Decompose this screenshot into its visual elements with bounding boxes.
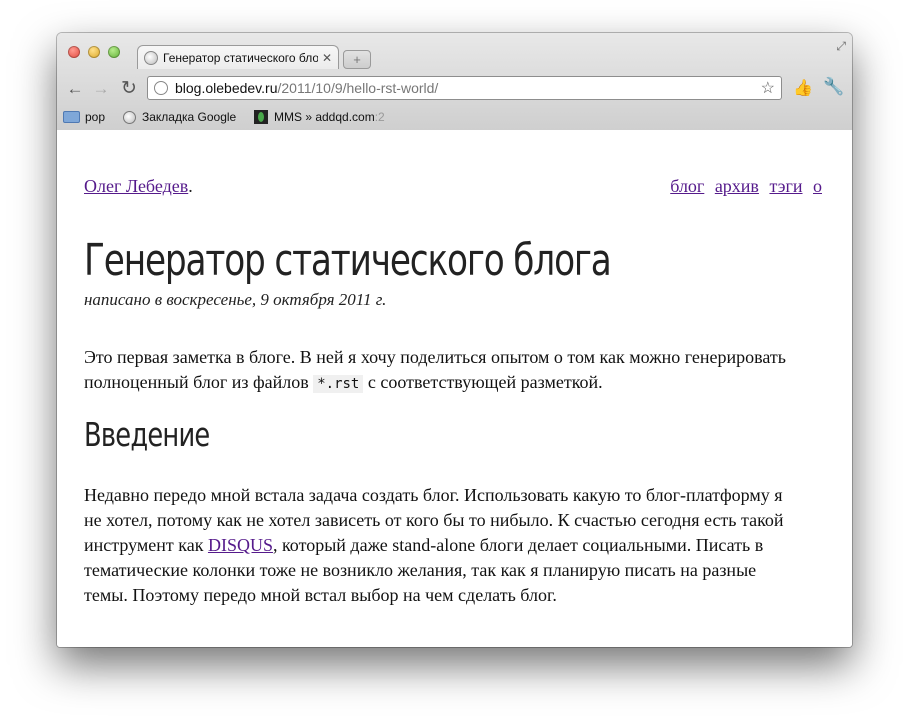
top-navigation: блог архив тэги о <box>664 176 822 197</box>
tab-favicon-icon <box>144 50 158 65</box>
nav-about-link[interactable]: о <box>813 176 822 196</box>
intro-text-end: с соответствующей разметкой. <box>363 372 603 392</box>
site-header: Олег Лебедев. <box>84 176 193 197</box>
browser-tab[interactable]: Генератор статического бло ✕ <box>137 45 339 69</box>
tab-title: Генератор статического бло <box>163 50 318 65</box>
forward-button[interactable]: → <box>91 80 111 98</box>
new-tab-button[interactable]: + <box>343 50 371 69</box>
bookmarks-bar: pop Закладка Google MMS » addqd.com:2 <box>57 107 852 129</box>
nav-tags-link[interactable]: тэги <box>769 176 802 196</box>
bookmark-label-suffix: :2 <box>374 110 385 124</box>
body-paragraph: Недавно передо мной встала задача создат… <box>84 483 789 608</box>
intro-paragraph: Это первая заметка в блоге. В ней я хочу… <box>84 345 804 397</box>
mms-icon <box>254 110 268 124</box>
thumbs-up-icon[interactable]: 👍 <box>793 78 813 98</box>
minimize-window-button[interactable] <box>88 46 100 58</box>
url-text[interactable]: blog.olebedev.ru/2011/10/9/hello-rst-wor… <box>175 80 761 96</box>
back-button[interactable]: ← <box>65 80 85 98</box>
disqus-link[interactable]: DISQUS <box>208 535 273 555</box>
reload-button[interactable]: ↻ <box>119 79 139 98</box>
post-date: написано в воскресенье, 9 октября 2011 г… <box>84 290 387 309</box>
inline-code: *.rst <box>313 375 364 393</box>
nav-blog-link[interactable]: блог <box>670 176 704 196</box>
url-host: blog.olebedev.ru <box>175 80 278 96</box>
maximize-window-button[interactable] <box>108 46 120 58</box>
author-suffix: . <box>188 176 193 196</box>
globe-icon <box>123 110 136 124</box>
bookmark-mms[interactable]: MMS » addqd.com:2 <box>254 110 385 124</box>
tab-close-icon[interactable]: ✕ <box>322 51 332 65</box>
bookmark-label: MMS » addqd.com <box>274 110 375 124</box>
post-title: Генератор статического блога <box>84 235 612 286</box>
bookmark-label: pop <box>85 110 106 124</box>
author-link[interactable]: Олег Лебедев <box>84 176 188 196</box>
bookmark-star-icon[interactable]: ☆ <box>761 78 775 98</box>
folder-icon <box>63 111 80 123</box>
bookmark-label: Закладка Google <box>142 110 237 124</box>
browser-chrome: Генератор статического бло ✕ + ⤢ ← → ↻ b… <box>57 33 852 131</box>
wrench-icon[interactable]: 🔧 <box>823 77 844 97</box>
fullscreen-icon[interactable]: ⤢ <box>836 39 846 54</box>
bookmark-pop[interactable]: pop <box>63 110 105 124</box>
url-path: /2011/10/9/hello-rst-world/ <box>277 80 439 96</box>
address-bar[interactable]: blog.olebedev.ru/2011/10/9/hello-rst-wor… <box>147 76 782 100</box>
nav-archive-link[interactable]: архив <box>715 176 759 196</box>
bookmark-google[interactable]: Закладка Google <box>123 110 236 124</box>
browser-window: Генератор статического бло ✕ + ⤢ ← → ↻ b… <box>57 33 852 647</box>
close-window-button[interactable] <box>68 46 80 58</box>
page-info-icon[interactable] <box>154 81 168 95</box>
page-content: Олег Лебедев. блог архив тэги о Генерато… <box>57 130 852 647</box>
section-heading: Введение <box>84 415 210 454</box>
